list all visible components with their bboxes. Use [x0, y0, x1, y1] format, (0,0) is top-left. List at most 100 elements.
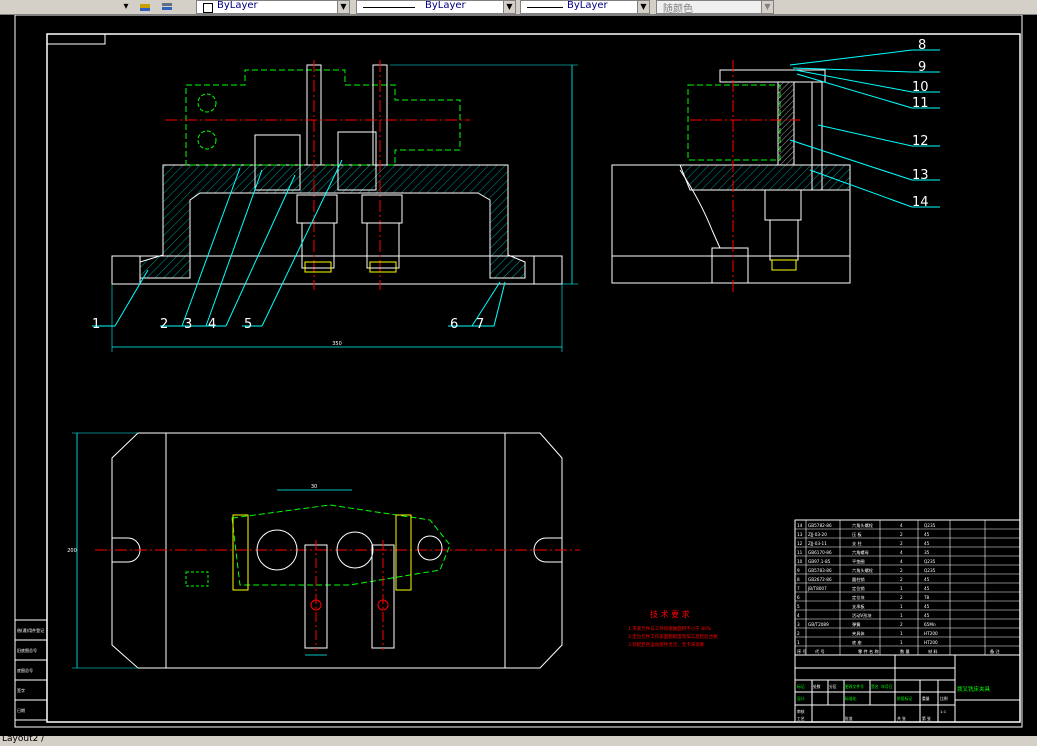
balloon-7: 7 [476, 317, 484, 332]
bom-cell: 4 [900, 550, 903, 555]
bom-cell: 2 [900, 577, 903, 582]
bom-cell: 7 [797, 586, 800, 591]
chevron-down-icon[interactable]: ▼ [337, 1, 349, 13]
plotstyle-combo[interactable]: 随颜色 ▼ [656, 0, 774, 15]
bom-cell: 支 柱 [852, 540, 863, 547]
color-combo-value: ByLayer [217, 0, 258, 11]
bom-cell: 六角头螺栓 [852, 567, 874, 574]
svg-text:更改文件号: 更改文件号 [845, 684, 864, 689]
bom-cell: GB6170-86 [808, 550, 832, 555]
bom-table: 14 GB5782-86 六角头螺栓 4 Q23513 ZJJ-03-20 压 板 2 4512… [794, 519, 1021, 656]
drawing-canvas[interactable]: 350 1 2 3 4 5 6 7 8 9 10 11 12 13 14 30 … [0, 15, 1037, 736]
svg-text:比例: 比例 [940, 696, 948, 701]
bom-cell: Q235 [924, 568, 936, 573]
bom-cell: 1 [900, 586, 903, 591]
svg-text:2.定位元件工作表面粗糙度等加工后检验合格: 2.定位元件工作表面粗糙度等加工后检验合格 [628, 633, 718, 640]
balloon-9: 9 [918, 60, 926, 75]
balloon-2: 2 [160, 317, 168, 332]
color-combo[interactable]: ByLayer ▼ [196, 0, 350, 14]
chevron-down-icon[interactable]: ▼ [761, 1, 773, 13]
layout-tab[interactable]: Layout2 / [2, 734, 44, 744]
bom-cell: 2 [900, 532, 903, 537]
bom-cell: 4 [900, 559, 903, 564]
chevron-down-icon[interactable]: ▼ [503, 1, 515, 13]
svg-text:分区: 分区 [829, 684, 837, 689]
bom-cell: ZJJ-03-20 [808, 532, 827, 537]
svg-text:3.装配后各运动部件灵活，无卡滞现象: 3.装配后各运动部件灵活，无卡滞现象 [628, 641, 705, 648]
bom-cell: 6 [797, 595, 800, 600]
layout-tab-bar: Layout2 / [0, 734, 1037, 746]
drawing-name: 拨叉铣床夹具 [957, 685, 991, 693]
bom-cell: 六角头螺栓 [852, 522, 874, 529]
bom-cell: 2 [900, 622, 903, 627]
bom-cell: GB97.1-85 [808, 559, 831, 564]
bom-cell: 9 [797, 568, 800, 573]
balloon-11: 11 [912, 96, 929, 111]
bom-cell: 13 [797, 532, 803, 537]
layer-dropdown-arrow[interactable]: ▾ [118, 0, 134, 13]
layer-previous-icon[interactable] [138, 0, 152, 13]
left-register-block: 借(通)用件登记 旧底图总号 底图总号 签字 日期 [14, 619, 48, 721]
bom-cell: 45 [924, 577, 930, 582]
svg-text:第 张: 第 张 [922, 716, 931, 721]
bom-cell: 定位块 [852, 594, 865, 601]
svg-text:设计: 设计 [797, 696, 805, 701]
svg-text:1:1: 1:1 [940, 709, 947, 714]
balloon-13: 13 [912, 168, 929, 183]
balloon-8: 8 [918, 38, 926, 53]
bom-cell: 弹簧 [852, 621, 860, 628]
lineweight-combo[interactable]: ByLayer ▼ [520, 0, 650, 14]
bom-cell: 35 [924, 550, 930, 555]
bom-cell: 12 [797, 541, 803, 546]
svg-text:200: 200 [67, 548, 77, 554]
bom-cell: 4 [797, 613, 800, 618]
technical-requirements: 技 术 要 求 1.夹紧元件与工件的接触面积不小于 80% 2.定位元件工作表面… [628, 609, 718, 648]
bom-cell: 1 [900, 640, 903, 645]
bom-cell: 45 [924, 613, 930, 618]
bom-header-cell: 代 号 [815, 648, 825, 655]
lineweight-combo-value: ByLayer [567, 0, 608, 11]
svg-text:工艺: 工艺 [797, 716, 805, 721]
bom-cell: ZJJ-03-11 [808, 541, 827, 546]
balloon-12: 12 [912, 134, 929, 149]
linetype-preview [363, 7, 415, 8]
linetype-combo-value: ByLayer [425, 0, 466, 11]
svg-text:底图总号: 底图总号 [17, 667, 33, 673]
bom-cell: 夹具体 [852, 630, 865, 637]
bom-header-cell: 序 号 [797, 648, 807, 655]
linetype-combo[interactable]: ByLayer ▼ [356, 0, 516, 14]
bom-cell: 5 [797, 604, 800, 609]
svg-text:350: 350 [332, 341, 342, 347]
bom-cell: HT200 [924, 631, 938, 636]
bom-cell: Q235 [924, 523, 936, 528]
balloon-1: 1 [92, 317, 100, 332]
svg-text:标准化: 标准化 [845, 696, 857, 701]
top-view: 30 200 [67, 432, 580, 669]
color-swatch-icon [203, 3, 213, 13]
plotstyle-combo-value: 随颜色 [663, 4, 693, 15]
bom-cell: 1 [797, 640, 800, 645]
bom-cell: 2 [900, 595, 903, 600]
bom-cell: 8 [797, 577, 800, 582]
chevron-down-icon[interactable]: ▼ [637, 1, 649, 13]
svg-text:批准: 批准 [845, 716, 853, 721]
bom-cell: GB5782-86 [808, 523, 832, 528]
bom-cell: 圆柱销 [852, 576, 865, 583]
layer-states-icon[interactable] [160, 0, 174, 13]
bom-cell: 45 [924, 532, 930, 537]
svg-text:处数: 处数 [813, 684, 821, 689]
bom-cell: 活动V形块 [852, 612, 872, 619]
title-block: 拨叉铣床夹具 标记 处数 分区 更改文件号 签名 年月日 设计 标准化 阶段标记… [794, 654, 1021, 723]
bom-cell: JB/T8007 [807, 586, 827, 591]
balloon-10: 10 [912, 80, 929, 95]
bom-cell: 45 [924, 541, 930, 546]
bom-cell: 2 [900, 568, 903, 573]
bom-cell: 10 [797, 559, 803, 564]
properties-toolbar: ▾ ByLayer ▼ ByLayer ▼ ByLayer ▼ 随颜色 ▼ [0, 0, 1037, 15]
front-view: 350 1 2 3 4 5 6 7 [92, 60, 578, 352]
bom-cell: 六角螺母 [852, 549, 869, 556]
bom-cell: HT200 [924, 640, 938, 645]
bom-cell: 45 [924, 604, 930, 609]
svg-text:旧底图总号: 旧底图总号 [17, 647, 37, 653]
bom-header-cell: 备 注 [990, 648, 1001, 655]
